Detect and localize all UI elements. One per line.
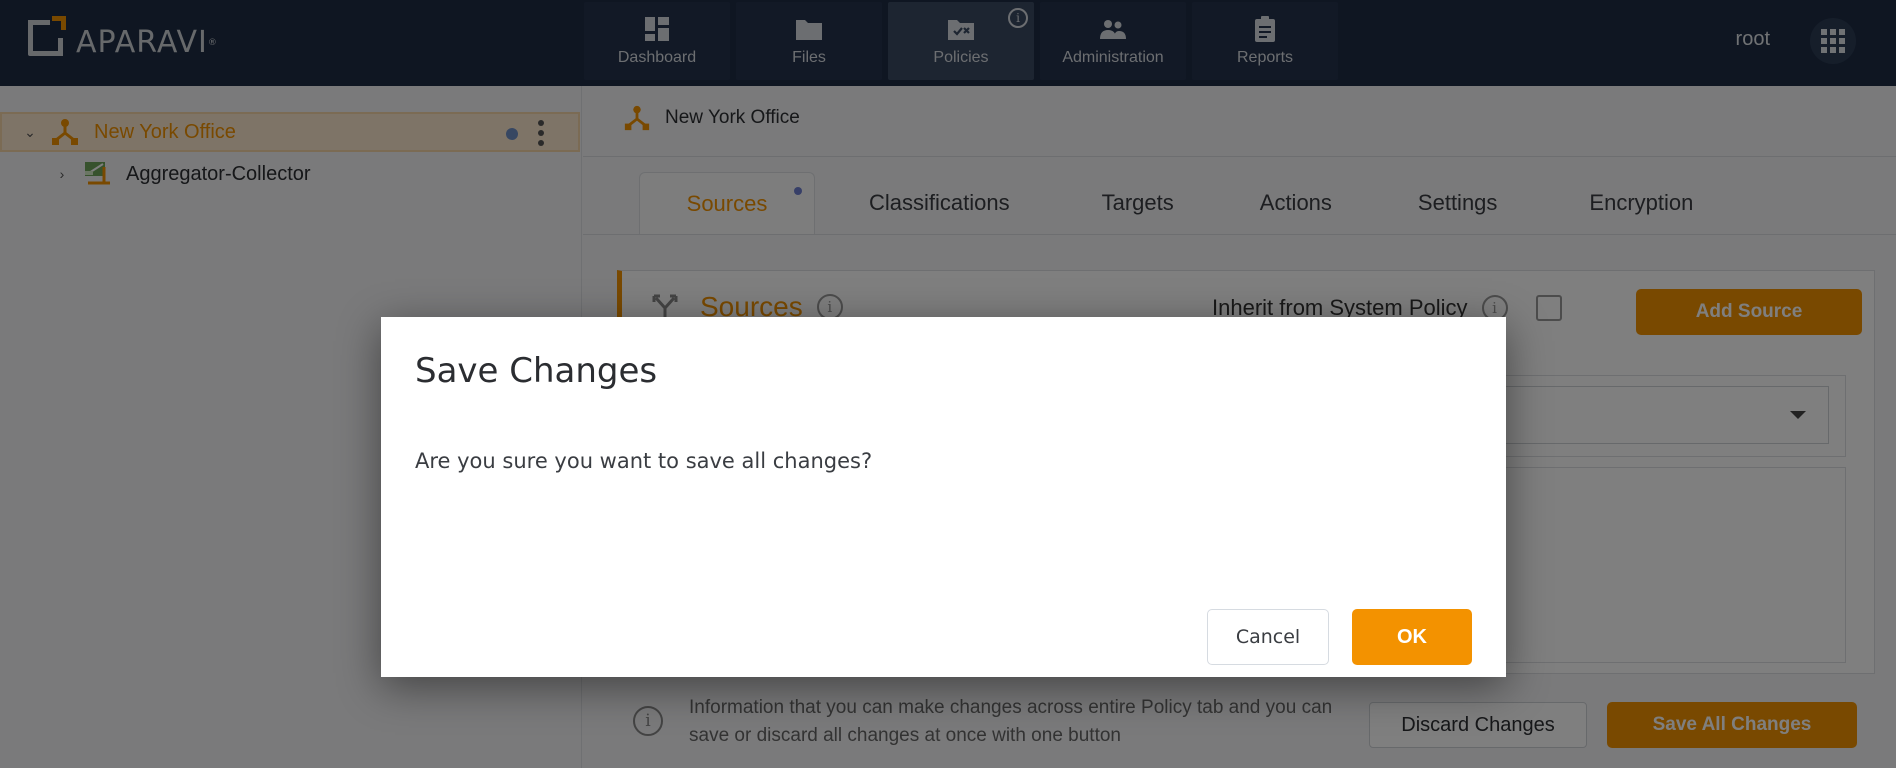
ok-button[interactable]: OK [1352,609,1472,665]
save-changes-dialog: Save Changes Are you sure you want to sa… [381,317,1506,677]
cancel-button[interactable]: Cancel [1207,609,1329,665]
dialog-message: Are you sure you want to save all change… [415,449,873,473]
dialog-title: Save Changes [415,351,658,391]
